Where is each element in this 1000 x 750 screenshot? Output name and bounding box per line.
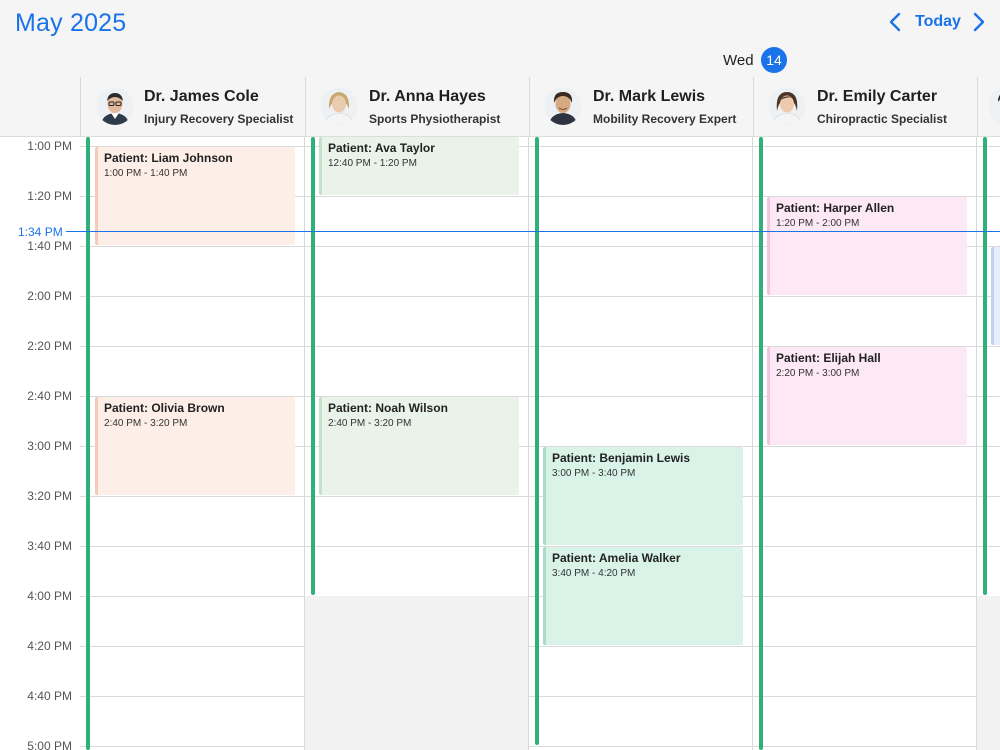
time-slot-line <box>80 496 1000 497</box>
off-hours-region <box>977 596 1000 750</box>
appointment-card[interactable]: Patient: Elijah Hall 2:20 PM - 3:00 PM <box>767 347 967 445</box>
appointment-card[interactable]: Patient: Benjamin Lewis 3:00 PM - 3:40 P… <box>543 447 743 545</box>
time-slot-label: 3:40 PM <box>27 539 72 553</box>
appointment-time: 12:40 PM - 1:20 PM <box>328 158 417 169</box>
appointment-title: Patient: Noah Wilson <box>328 401 448 415</box>
resource-specialty: Mobility Recovery Expert <box>593 112 737 126</box>
avatar <box>320 87 358 125</box>
appointment-title: Patient: Ava Taylor <box>328 141 435 155</box>
time-slot-label: 3:00 PM <box>27 439 72 453</box>
appointment-title: Patient: Harper Allen <box>776 201 895 215</box>
resource-name: Dr. Emily Carter <box>817 88 938 105</box>
appointment-time: 2:40 PM - 3:20 PM <box>104 418 188 429</box>
scheduler-toolbar: May 2025 Today Wed 14 Dr. James Cole Inj… <box>0 0 1000 137</box>
column-divider <box>976 137 977 750</box>
time-slot-label: 4:20 PM <box>27 639 72 653</box>
time-slot-label: 1:20 PM <box>27 189 72 203</box>
appointment-time: 3:00 PM - 3:40 PM <box>552 468 636 479</box>
column-divider <box>528 137 529 750</box>
working-hours-bar <box>535 137 539 745</box>
time-slot-line <box>80 596 1000 597</box>
time-slot-label: 5:00 PM <box>27 739 72 750</box>
time-slot-line <box>80 646 1000 647</box>
time-slot-label: 4:00 PM <box>27 589 72 603</box>
day-of-week-label: Wed <box>723 52 754 69</box>
appointment-time: 1:20 PM - 2:00 PM <box>776 218 860 229</box>
doctor-avatar-icon <box>320 87 358 125</box>
appointment-time: 2:20 PM - 3:00 PM <box>776 368 860 379</box>
chevron-left-icon[interactable] <box>885 11 907 33</box>
time-slot-line <box>80 296 1000 297</box>
off-hours-region <box>305 596 529 750</box>
working-hours-bar <box>311 137 315 595</box>
resource-specialty: Chiropractic Specialist <box>817 112 948 126</box>
resource-specialty: Sports Physiotherapist <box>369 112 501 126</box>
time-slot-label: 2:40 PM <box>27 389 72 403</box>
resource-name: Dr. Mark Lewis <box>593 88 706 105</box>
resource-header-partial[interactable] <box>977 77 1000 137</box>
working-hours-bar <box>86 137 90 750</box>
appointment-title: Patient: Benjamin Lewis <box>552 451 691 465</box>
appointment-card[interactable]: Patient: Ava Taylor 12:40 PM - 1:20 PM <box>319 137 519 195</box>
resource-header-james-cole[interactable]: Dr. James Cole Injury Recovery Specialis… <box>80 77 305 137</box>
resource-name: Dr. James Cole <box>144 88 259 105</box>
avatar <box>96 87 134 125</box>
time-slot-label: 4:40 PM <box>27 689 72 703</box>
appointment-title: Patient: Amelia Walker <box>552 551 681 565</box>
time-slot-label: 1:00 PM <box>27 139 72 153</box>
time-slot-line <box>80 546 1000 547</box>
doctor-avatar-icon <box>768 87 806 125</box>
appointment-card[interactable]: Patient: Harper Allen 1:20 PM - 2:00 PM <box>767 197 967 295</box>
resource-header-anna-hayes[interactable]: Dr. Anna Hayes Sports Physiotherapist <box>305 77 529 137</box>
working-hours-bar <box>759 137 763 750</box>
appointment-time: 3:40 PM - 4:20 PM <box>552 568 636 579</box>
appointment-card[interactable]: Patient: Amelia Walker 3:40 PM - 4:20 PM <box>543 547 743 645</box>
resource-name: Dr. Anna Hayes <box>369 88 486 105</box>
avatar <box>544 87 582 125</box>
appointment-title: Patient: Liam Johnson <box>104 151 233 165</box>
avatar <box>988 87 1000 125</box>
time-slot-label: 2:20 PM <box>27 339 72 353</box>
appointment-card[interactable]: Patient: Noah Wilson 2:40 PM - 3:20 PM <box>319 397 519 495</box>
appointment-time: 2:40 PM - 3:20 PM <box>328 418 412 429</box>
today-button[interactable]: Today <box>915 13 961 31</box>
appointment-title: Patient: Elijah Hall <box>776 351 881 365</box>
working-hours-bar <box>983 137 987 595</box>
doctor-avatar-icon <box>544 87 582 125</box>
resource-header-mark-lewis[interactable]: Dr. Mark Lewis Mobility Recovery Expert <box>529 77 753 137</box>
time-slot-label: 3:20 PM <box>27 489 72 503</box>
appointment-card[interactable]: Patient: Olivia Brown 2:40 PM - 3:20 PM <box>95 397 295 495</box>
current-time-label: 1:34 PM <box>18 225 63 239</box>
chevron-right-icon[interactable] <box>967 11 989 33</box>
column-divider <box>752 137 753 750</box>
time-slot-line <box>80 746 1000 747</box>
appointment-title: Patient: Olivia Brown <box>104 401 225 415</box>
resource-header-emily-carter[interactable]: Dr. Emily Carter Chiropractic Specialist <box>753 77 977 137</box>
scheduler-grid[interactable]: Patient: Liam Johnson 1:00 PM - 1:40 PM … <box>0 137 1000 750</box>
doctor-avatar-icon <box>988 88 1000 124</box>
doctor-avatar-icon <box>96 87 134 125</box>
month-title[interactable]: May 2025 <box>15 9 126 38</box>
time-slot-line <box>80 696 1000 697</box>
appointment-time: 1:00 PM - 1:40 PM <box>104 168 188 179</box>
current-time-line <box>66 231 1000 232</box>
time-slot-label: 2:00 PM <box>27 289 72 303</box>
avatar <box>768 87 806 125</box>
resource-specialty: Injury Recovery Specialist <box>144 112 294 126</box>
column-divider <box>304 137 305 750</box>
time-slot-label: 1:40 PM <box>27 239 72 253</box>
day-number-badge[interactable]: 14 <box>761 47 787 73</box>
appointment-card-partial[interactable]: ​ <box>991 247 1000 345</box>
